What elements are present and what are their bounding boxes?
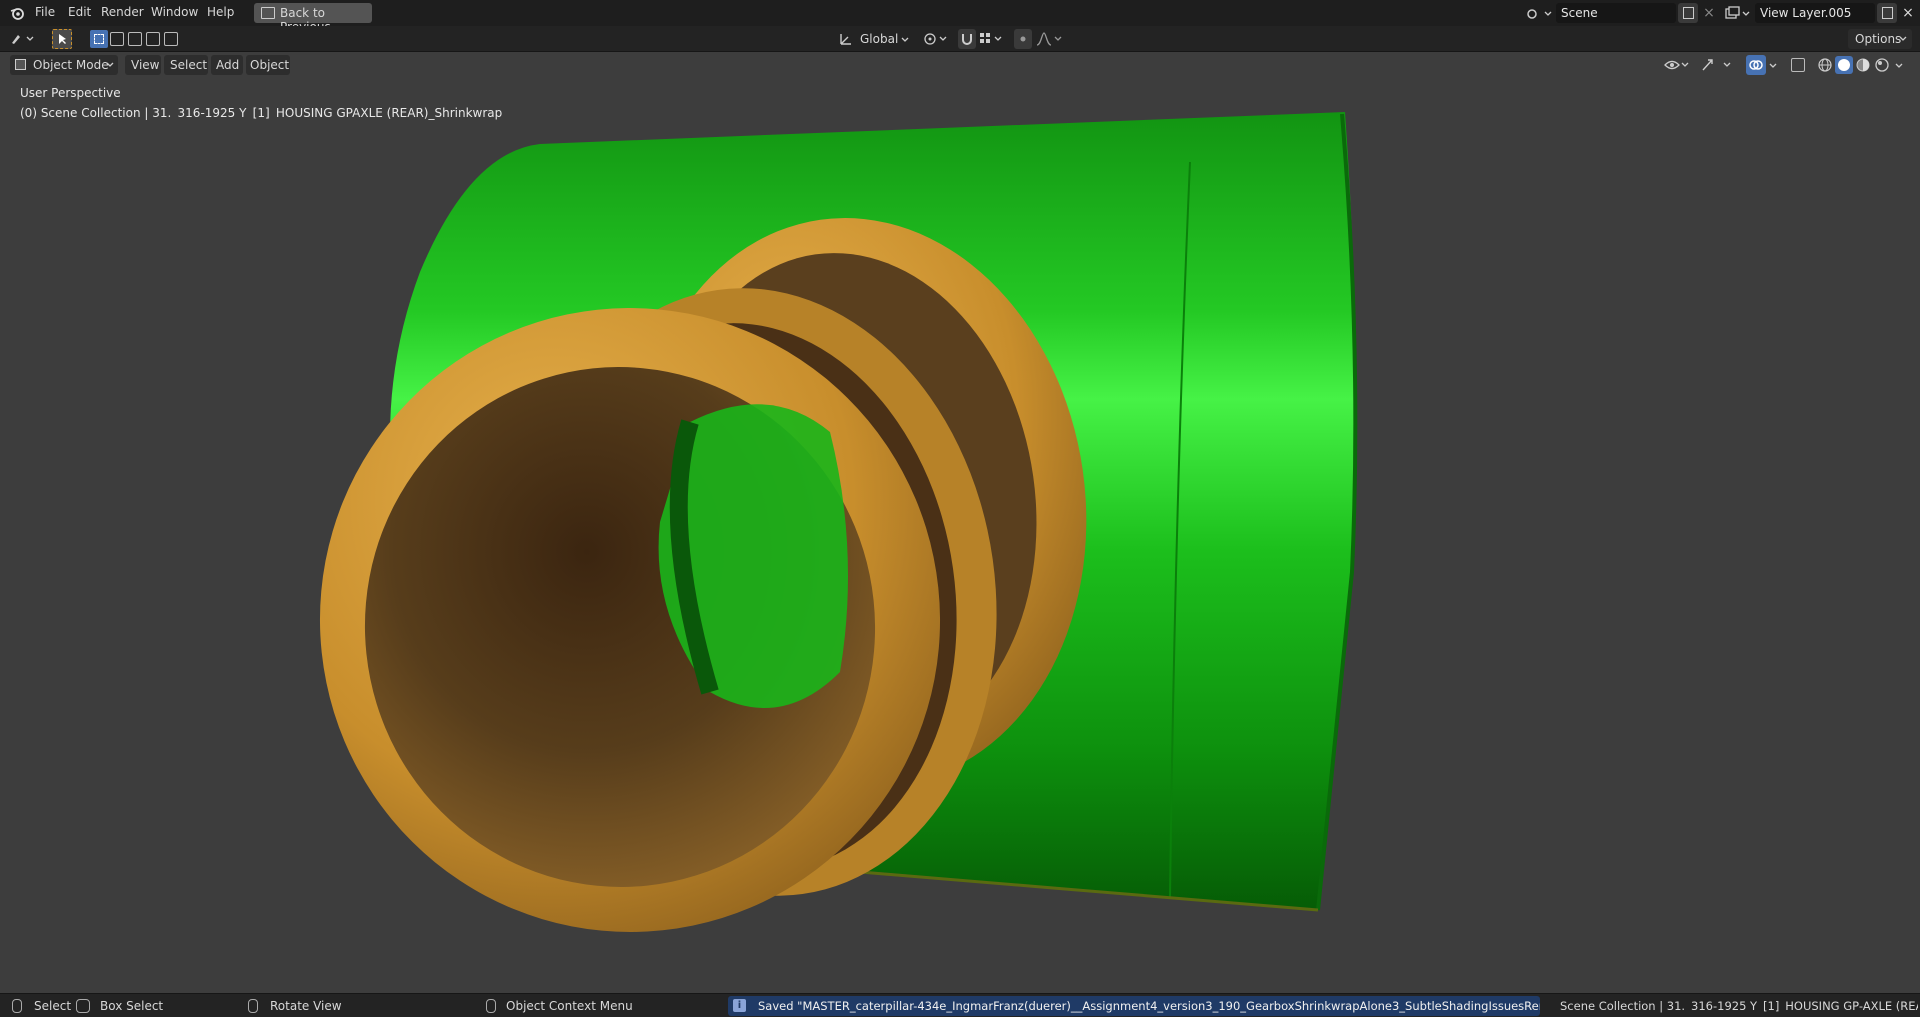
mouse-left-icon <box>12 999 22 1013</box>
new-view-layer-icon[interactable] <box>1877 3 1897 23</box>
view-layer-field[interactable]: View Layer.005 <box>1755 3 1875 23</box>
status-scene-info: Scene Collection | 31. 316-1925 Y [1] HO… <box>1560 999 1918 1013</box>
mouse-right-icon <box>486 999 496 1013</box>
menu-help[interactable]: Help <box>207 5 234 19</box>
options-dropdown[interactable]: Options <box>1848 29 1912 49</box>
mouse-drag-icon <box>76 999 90 1013</box>
snap-toggle-icon[interactable] <box>958 29 976 49</box>
view-layer-text: View Layer.005 <box>1760 6 1852 20</box>
pivot-point-icon[interactable] <box>923 31 951 47</box>
saved-message: i Saved "MASTER_caterpillar-434e_IngmarF… <box>728 996 1540 1016</box>
mouse-middle-icon <box>248 999 258 1013</box>
menu-edit[interactable]: Edit <box>68 5 91 19</box>
back-to-previous-button[interactable]: Back to Previous <box>254 3 372 34</box>
select-mode-invert-icon[interactable] <box>146 32 160 46</box>
scene-name-field[interactable]: Scene <box>1556 3 1676 23</box>
proportional-edit-icon[interactable] <box>1014 29 1032 49</box>
status-select: Select <box>34 999 72 1013</box>
editor-type-icon[interactable] <box>10 31 38 47</box>
menu-window[interactable]: Window <box>151 5 198 19</box>
select-mode-new-icon[interactable] <box>90 30 108 48</box>
transform-orientation-dropdown[interactable]: Global <box>860 32 898 46</box>
screen-icon <box>261 7 275 19</box>
select-mode-extend-icon[interactable] <box>110 32 124 46</box>
3d-model[interactable] <box>0 52 1920 993</box>
menu-file[interactable]: File <box>35 5 55 19</box>
info-icon: i <box>733 999 746 1012</box>
options-label: Options <box>1855 32 1902 46</box>
tool-settings-bar: Global Options <box>0 26 1920 52</box>
status-box-select: Box Select <box>100 999 164 1013</box>
status-context-menu: Object Context Menu <box>506 999 633 1013</box>
select-mode-subtract-icon[interactable] <box>128 32 142 46</box>
top-bar: File Edit Render Window Help Back to Pre… <box>0 0 1920 34</box>
chevron-down-icon <box>900 34 910 44</box>
delete-view-layer-icon[interactable]: × <box>1898 3 1918 23</box>
select-tool-icon[interactable] <box>52 29 72 49</box>
snap-element-icon[interactable] <box>978 31 1006 47</box>
saved-message-text: Saved "MASTER_caterpillar-434e_IngmarFra… <box>758 999 1540 1013</box>
new-scene-icon[interactable] <box>1678 3 1698 23</box>
status-bar: Select Box Select Rotate View Object Con… <box>0 993 1920 1017</box>
transform-orientation-icon <box>838 31 854 47</box>
proportional-falloff-icon[interactable] <box>1036 31 1064 47</box>
delete-scene-icon[interactable]: × <box>1699 3 1719 23</box>
status-rotate-view: Rotate View <box>270 999 342 1013</box>
blender-logo-icon[interactable] <box>9 5 25 21</box>
view-layer-icon[interactable] <box>1724 5 1754 21</box>
3d-viewport[interactable]: Object Mode View Select Add Object User … <box>0 52 1920 993</box>
select-mode-intersect-icon[interactable] <box>164 32 178 46</box>
menu-render[interactable]: Render <box>101 5 144 19</box>
scene-type-icon[interactable] <box>1525 5 1555 21</box>
scene-name-text: Scene <box>1561 6 1598 20</box>
chevron-down-icon <box>1899 36 1907 41</box>
